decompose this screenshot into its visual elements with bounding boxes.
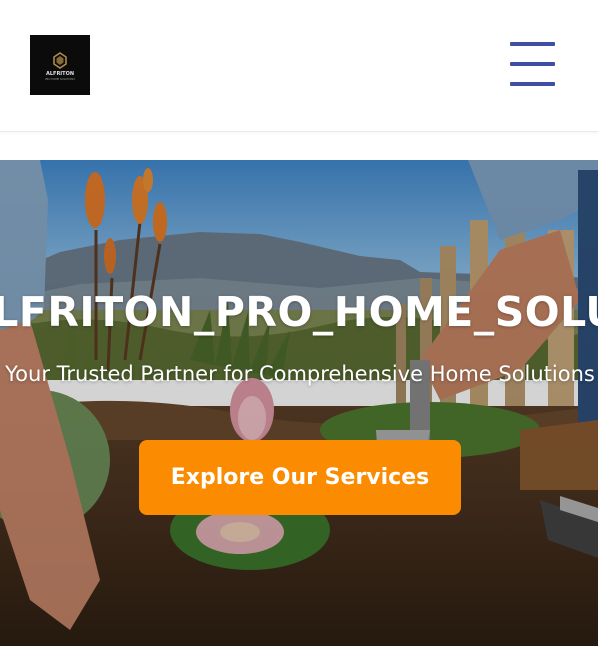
hero-background-image xyxy=(0,160,598,646)
logo-emblem-icon: ALFRITON PRO HOME SOLUTIONS xyxy=(30,35,90,95)
menu-bar xyxy=(510,82,555,86)
explore-services-button[interactable]: Explore Our Services xyxy=(139,440,461,515)
hamburger-menu-icon[interactable] xyxy=(508,41,556,89)
hero-section: ALFRITON_PRO_HOME_SOLUTIONS Your Trusted… xyxy=(0,160,598,646)
hero-title: ALFRITON_PRO_HOME_SOLUTIONS xyxy=(0,288,598,336)
logo-text: ALFRITON xyxy=(46,71,74,77)
menu-bar xyxy=(510,62,555,66)
menu-bar xyxy=(510,42,555,46)
site-logo[interactable]: ALFRITON PRO HOME SOLUTIONS xyxy=(30,35,90,95)
hero-subtitle: Your Trusted Partner for Comprehensive H… xyxy=(5,362,595,386)
logo-subtext: PRO HOME SOLUTIONS xyxy=(45,77,75,81)
site-header: ALFRITON PRO HOME SOLUTIONS xyxy=(0,0,598,132)
